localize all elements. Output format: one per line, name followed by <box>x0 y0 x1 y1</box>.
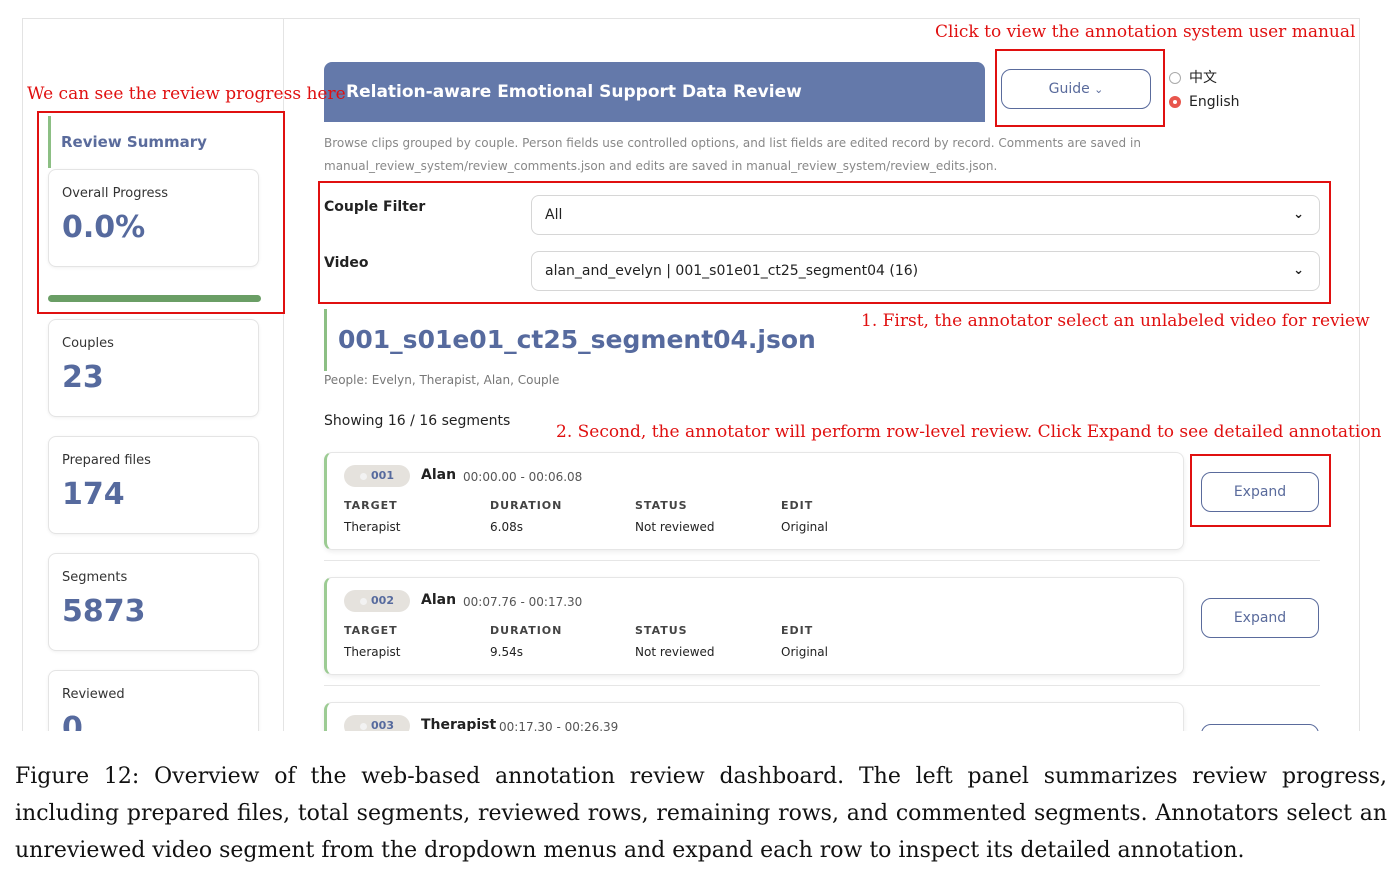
segment-target: Therapist <box>344 520 401 534</box>
segment-speaker: Alan <box>421 592 457 608</box>
people-list: People: Evelyn, Therapist, Alan, Couple <box>324 373 560 387</box>
expand-button[interactable] <box>1201 724 1319 731</box>
stat-card-reviewed: Reviewed 0 <box>48 670 259 731</box>
radio-checked-icon <box>1169 96 1181 108</box>
annotation-box-progress <box>37 111 285 314</box>
row-divider <box>324 560 1320 561</box>
segment-count: Showing 16 / 16 segments <box>324 413 511 429</box>
language-label: 中文 <box>1189 70 1217 86</box>
description-line-2: manual_review_system/review_comments.jso… <box>324 159 998 173</box>
stat-card-couples: Couples 23 <box>48 319 259 417</box>
segment-speaker: Alan <box>421 467 457 483</box>
segment-row: 003 Therapist 00:17.30 - 00:26.39 <box>324 702 1184 731</box>
file-title: 001_s01e01_ct25_segment04.json <box>324 309 816 371</box>
stat-label: Segments <box>62 570 128 585</box>
page-header: Relation-aware Emotional Support Data Re… <box>324 62 985 122</box>
col-edit-header: EDIT <box>781 624 814 637</box>
stat-label: Prepared files <box>62 453 151 468</box>
col-target-header: TARGET <box>344 499 398 512</box>
segment-target: Therapist <box>344 645 401 659</box>
annotation-box-guide <box>995 49 1165 127</box>
col-duration-header: DURATION <box>490 624 563 637</box>
segment-row: 002 Alan 00:07.76 - 00:17.30 TARGET DURA… <box>324 577 1184 675</box>
col-status-header: STATUS <box>635 624 688 637</box>
language-label: English <box>1189 94 1240 110</box>
annotation-step-2: 2. Second, the annotator will perform ro… <box>556 422 1382 442</box>
segment-id-badge: 003 <box>344 715 410 731</box>
segment-status: Not reviewed <box>635 645 715 659</box>
segment-id-badge: 002 <box>344 590 410 612</box>
segment-edit: Original <box>781 520 828 534</box>
segment-speaker: Therapist <box>421 717 497 731</box>
stat-value: 174 <box>62 477 125 512</box>
radio-unchecked-icon <box>1169 72 1181 84</box>
segment-id-badge: 001 <box>344 465 410 487</box>
stat-value: 5873 <box>62 594 146 629</box>
expand-button[interactable]: Expand <box>1201 598 1319 638</box>
stat-value: 23 <box>62 360 104 395</box>
segment-edit: Original <box>781 645 828 659</box>
segment-duration: 9.54s <box>490 645 523 659</box>
stat-value: 0 <box>62 711 83 731</box>
stat-label: Reviewed <box>62 687 125 702</box>
language-option-en[interactable]: English <box>1169 94 1240 110</box>
segment-row: 001 Alan 00:00.00 - 00:06.08 TARGET DURA… <box>324 452 1184 550</box>
stat-card-segments: Segments 5873 <box>48 553 259 651</box>
annotation-manual: Click to view the annotation system user… <box>935 22 1356 42</box>
col-edit-header: EDIT <box>781 499 814 512</box>
annotation-step-1: 1. First, the annotator select an unlabe… <box>861 311 1370 331</box>
language-option-zh[interactable]: 中文 <box>1169 67 1217 87</box>
col-target-header: TARGET <box>344 624 398 637</box>
dot-icon <box>360 472 368 480</box>
row-divider <box>324 685 1320 686</box>
figure-caption: Figure 12: Overview of the web-based ann… <box>15 764 1387 863</box>
stat-label: Couples <box>62 336 114 351</box>
annotation-box-filters <box>318 181 1331 304</box>
dot-icon <box>360 597 368 605</box>
segment-duration: 6.08s <box>490 520 523 534</box>
dot-icon <box>360 722 368 730</box>
col-duration-header: DURATION <box>490 499 563 512</box>
annotation-progress: We can see the review progress here <box>27 84 346 104</box>
annotation-box-expand <box>1190 454 1331 527</box>
segment-time: 00:17.30 - 00:26.39 <box>499 720 619 731</box>
stat-card-prepared-files: Prepared files 174 <box>48 436 259 534</box>
description-line-1: Browse clips grouped by couple. Person f… <box>324 136 1141 150</box>
segment-time: 00:00.00 - 00:06.08 <box>463 470 583 484</box>
segment-status: Not reviewed <box>635 520 715 534</box>
col-status-header: STATUS <box>635 499 688 512</box>
segment-time: 00:07.76 - 00:17.30 <box>463 595 583 609</box>
